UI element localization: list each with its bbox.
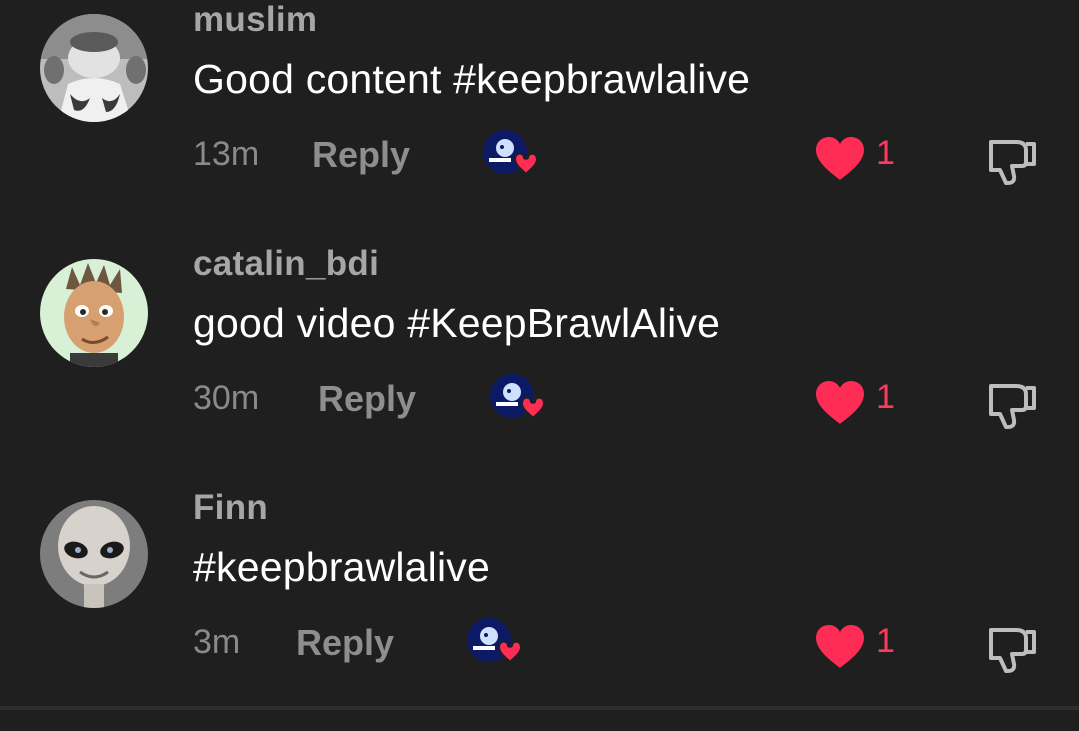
like-button[interactable]: 1 [814,622,914,672]
comment-text: #keepbrawlalive [193,544,491,590]
dislike-button[interactable] [986,624,1038,674]
bottom-divider [0,706,1079,710]
dislike-button[interactable] [986,136,1038,186]
creator-avatar-heart-icon [467,618,523,664]
user-avatar[interactable] [40,259,148,367]
comment-text: Good content #keepbrawlalive [193,56,751,102]
bw-face-avatar-icon [40,14,148,122]
comment-username[interactable]: catalin_bdi [193,244,379,284]
creator-liked-badge [481,128,539,180]
comment-text: good video #KeepBrawlAlive [193,300,721,346]
like-count: 1 [876,622,895,660]
like-button[interactable]: 1 [814,134,914,184]
comment-item: catalin_bdi good video #KeepBrawlAlive 3… [0,244,1079,487]
dislike-button[interactable] [986,380,1038,430]
comment-timestamp: 13m [193,135,260,173]
user-avatar[interactable] [40,14,148,122]
comment-item: Finn #keepbrawlalive 3m Reply 1 [0,488,1079,731]
comment-timestamp: 30m [193,379,260,417]
creator-avatar-heart-icon [490,374,546,420]
heart-icon [816,137,864,180]
heart-icon [816,625,864,668]
thumbs-down-icon [989,140,1036,185]
heart-icon [816,381,864,424]
creator-liked-badge [488,372,546,424]
cartoon-boy-avatar-icon [40,259,148,367]
creator-liked-badge [465,616,523,668]
user-avatar[interactable] [40,500,148,608]
comment-timestamp: 3m [193,623,241,661]
comment-username[interactable]: muslim [193,0,317,40]
comment-item: muslim Good content #keepbrawlalive 13m … [0,0,1079,243]
creator-avatar-heart-icon [483,130,539,176]
reply-button[interactable]: Reply [318,378,416,420]
alien-avatar-icon [40,500,148,608]
reply-button[interactable]: Reply [312,134,410,176]
like-count: 1 [876,378,895,416]
reply-button[interactable]: Reply [296,622,394,664]
like-button[interactable]: 1 [814,378,914,428]
like-count: 1 [876,134,895,172]
comment-username[interactable]: Finn [193,488,268,528]
thumbs-down-icon [989,384,1036,429]
thumbs-down-icon [989,628,1036,673]
